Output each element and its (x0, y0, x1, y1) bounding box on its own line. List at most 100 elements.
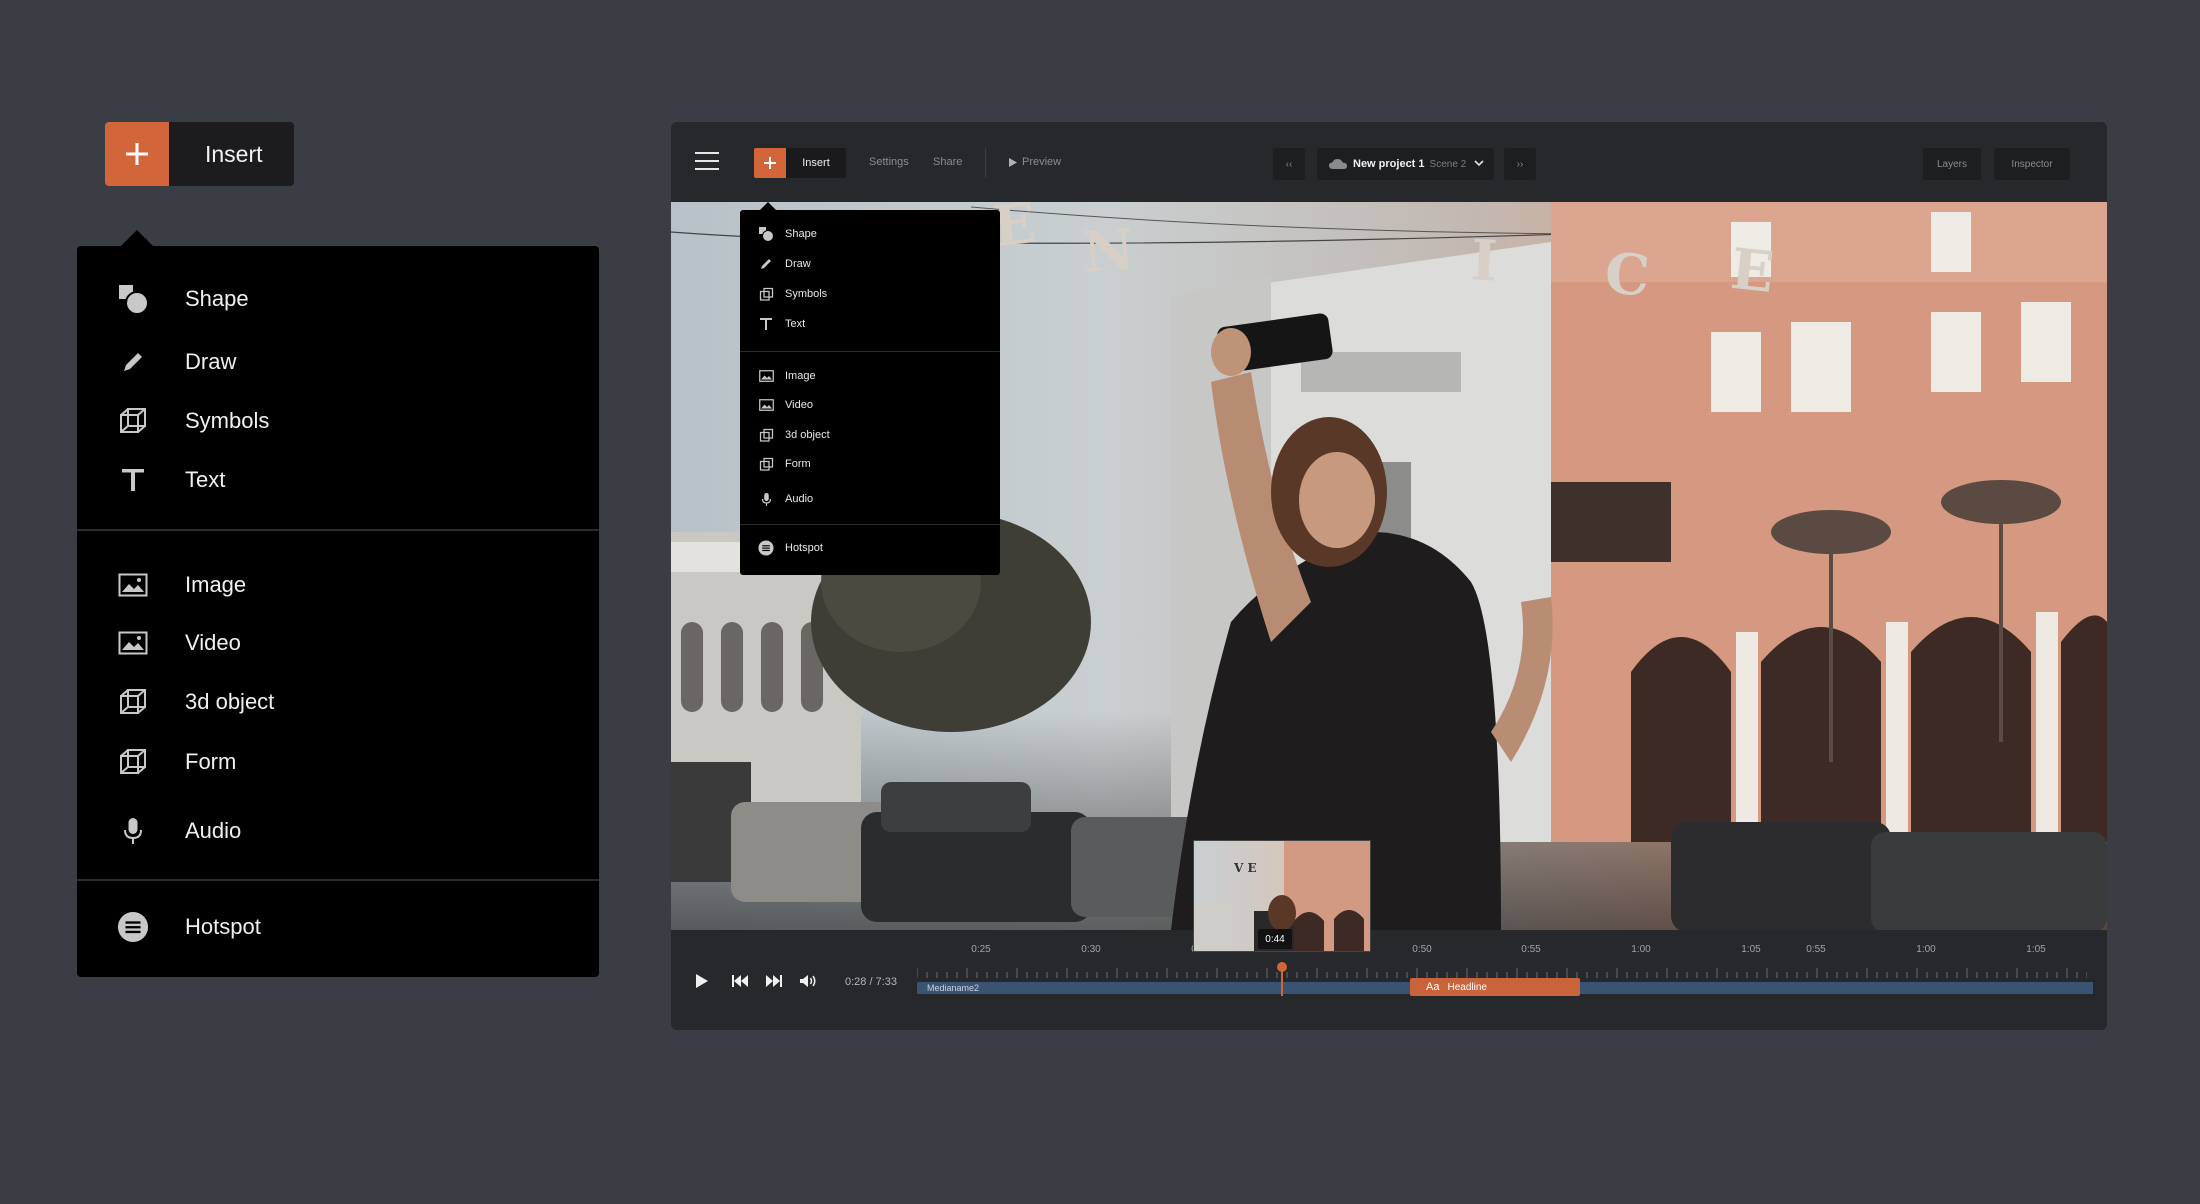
cube-icon (758, 456, 774, 472)
preview-button[interactable]: Preview (1009, 156, 1061, 168)
shape-icon (758, 226, 774, 242)
play-icon (696, 974, 708, 988)
cube-icon (758, 427, 774, 443)
menu-item-audio[interactable]: Audio (117, 811, 241, 851)
menu-item-draw[interactable]: Draw (117, 342, 236, 382)
skip-back-button[interactable] (729, 970, 751, 992)
menu-item-symbols[interactable]: Symbols (117, 401, 269, 441)
tick-label: 0:25 (971, 944, 991, 955)
plus-icon (105, 122, 169, 186)
menu-item-label: Audio (785, 493, 814, 505)
menu-item-video[interactable]: Video (758, 395, 813, 415)
tick-label: 1:00 (1631, 944, 1651, 955)
menu-item-label: Hotspot (785, 542, 823, 554)
menu-item-form[interactable]: Form (758, 454, 811, 474)
menu-item-image[interactable]: Image (117, 565, 246, 605)
text-clip-icon: Aa (1426, 981, 1440, 993)
play-icon (1009, 157, 1017, 167)
menu-item-text[interactable]: Text (758, 314, 805, 334)
sign-letter: E (1727, 235, 1778, 307)
playhead[interactable] (1277, 962, 1287, 996)
menu-item-label: Video (185, 630, 241, 655)
menu-item-shape[interactable]: Shape (758, 224, 817, 244)
shape-icon (117, 283, 149, 315)
menu-item-3d-object[interactable]: 3d object (117, 682, 274, 722)
menu-item-draw[interactable]: Draw (758, 254, 811, 274)
skip-back-icon (732, 975, 748, 987)
tick-label: 1:05 (1741, 944, 1761, 955)
toolbar-divider (985, 148, 986, 178)
menu-item-form[interactable]: Form (117, 742, 236, 782)
insert-label: Insert (169, 122, 294, 186)
play-button[interactable] (691, 970, 713, 992)
cube-icon (117, 746, 149, 778)
menu-item-3d-object[interactable]: 3d object (758, 425, 830, 445)
menu-item-image[interactable]: Image (758, 366, 816, 386)
plus-icon (754, 148, 786, 178)
tick-label: 0:30 (1081, 944, 1101, 955)
inspector-button[interactable]: Inspector (1994, 148, 2070, 180)
text-icon (758, 316, 774, 332)
hover-time-tag: 0:44 (1258, 929, 1292, 949)
sign-letter: I (1469, 227, 1499, 295)
menu-icon[interactable] (695, 152, 719, 170)
menu-item-symbols[interactable]: Symbols (758, 284, 827, 304)
menu-item-label: Symbols (185, 408, 270, 433)
menu-item-label: Image (185, 572, 247, 597)
next-scene-button[interactable]: ›› (1504, 148, 1536, 180)
layers-button[interactable]: Layers (1923, 148, 1981, 180)
menu-item-label: Form (785, 458, 811, 470)
insert-label: Insert (786, 148, 846, 178)
cloud-icon (1329, 159, 1347, 169)
time-ruler[interactable] (917, 966, 2087, 978)
share-link[interactable]: Share (933, 156, 962, 168)
text-icon (117, 464, 149, 496)
headline-clip[interactable]: Aa Headline (1410, 978, 1580, 996)
microphone-icon (758, 491, 774, 507)
hotspot-icon (117, 911, 149, 943)
pencil-icon (117, 346, 149, 378)
timeline: 0:28 / 7:33 0:25 0:30 0:40 0:45 0:50 0:5… (671, 930, 2107, 1030)
menu-item-label: 3d object (785, 429, 830, 441)
menu-item-shape[interactable]: Shape (117, 279, 249, 319)
chevron-down-icon (1474, 158, 1484, 170)
hotspot-icon (758, 540, 774, 556)
insert-button[interactable]: Insert (754, 148, 846, 178)
insert-menu: Shape Draw Symbols Text Image Video 3d o… (740, 202, 1000, 575)
video-icon (758, 397, 774, 413)
menu-item-audio[interactable]: Audio (758, 489, 813, 509)
thumb-sign-letters: V E (1234, 861, 1257, 875)
skip-forward-button[interactable] (763, 970, 785, 992)
volume-button[interactable] (797, 970, 819, 992)
menu-item-label: Audio (185, 818, 242, 843)
skip-forward-icon (766, 975, 782, 987)
sign-letter: N (1080, 216, 1137, 286)
preview-label: Preview (1022, 156, 1062, 168)
top-toolbar: Insert Settings Share Preview ‹‹ New pro… (671, 122, 2107, 202)
menu-item-video[interactable]: Video (117, 623, 241, 663)
tick-label: 0:55 (1806, 944, 1826, 955)
image-icon (758, 368, 774, 384)
volume-icon (800, 975, 816, 987)
previous-scene-button[interactable]: ‹‹ (1273, 148, 1305, 180)
cube-icon (117, 686, 149, 718)
settings-link[interactable]: Settings (869, 156, 909, 168)
menu-divider (77, 529, 599, 531)
cube-icon (117, 405, 149, 437)
project-name: New project 1 (1353, 158, 1425, 170)
menu-item-label: Video (785, 399, 813, 411)
insert-button-large[interactable]: Insert (105, 122, 294, 186)
menu-item-hotspot[interactable]: Hotspot (758, 538, 823, 558)
menu-item-label: Image (785, 370, 816, 382)
menu-item-label: Shape (785, 228, 817, 240)
tick-label: 0:55 (1521, 944, 1541, 955)
time-readout: 0:28 / 7:33 (845, 976, 897, 988)
menu-item-label: Shape (185, 286, 249, 311)
microphone-icon (117, 815, 149, 847)
pencil-icon (758, 256, 774, 272)
project-selector[interactable]: New project 1 Scene 2 (1317, 148, 1494, 180)
menu-item-hotspot[interactable]: Hotspot (117, 907, 261, 947)
menu-item-label: Hotspot (185, 914, 261, 939)
menu-item-text[interactable]: Text (117, 460, 225, 500)
menu-divider (740, 351, 1000, 352)
